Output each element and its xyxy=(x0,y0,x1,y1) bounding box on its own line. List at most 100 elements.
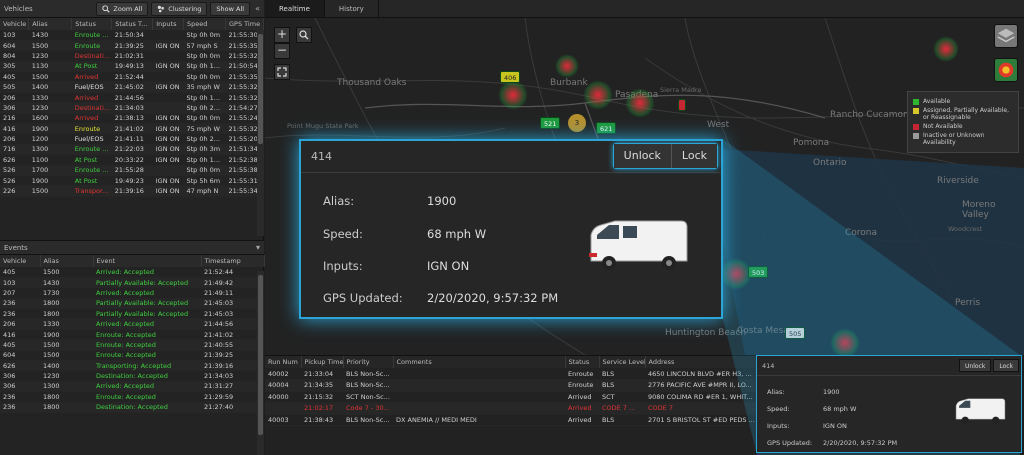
vehicle-marker[interactable] xyxy=(678,99,686,111)
collapse-events-icon[interactable]: ▾ xyxy=(256,243,260,252)
table-cell: 1330 xyxy=(28,92,72,104)
column-header[interactable]: Event xyxy=(93,255,202,267)
table-row[interactable]: 604 1500 Enroute 21:39:25 IGN ON 57 mph S 21:5… xyxy=(0,40,264,52)
table-row[interactable]: 416 1900 Enroute: Accepted 21:41:02 xyxy=(0,329,264,341)
table-cell: Enroute xyxy=(565,379,599,392)
column-header[interactable]: Inputs xyxy=(152,18,184,30)
table-cell: Fuel/EOS xyxy=(71,81,112,93)
column-header[interactable]: Alias xyxy=(40,255,94,267)
table-row[interactable]: 216 1600 Arrived 21:38:13 IGN ON Stp 0h 0m 21:… xyxy=(0,113,264,125)
table-row[interactable]: 626 1400 Transporting: Accepted 21:39:16 xyxy=(0,360,264,372)
column-header[interactable]: Run Num xyxy=(265,356,302,368)
tab-realtime[interactable]: Realtime xyxy=(265,0,325,17)
table-row[interactable]: 206 1330 Arrived: Accepted 21:44:56 xyxy=(0,318,264,330)
events-scrollbar[interactable] xyxy=(257,271,264,455)
heat-spot xyxy=(583,80,613,110)
table-row[interactable]: 405 1500 Arrived 21:52:44 Stp 0h 0m 21:55:35 xyxy=(0,71,264,83)
table-row[interactable]: 236 1800 Partially Available: Accepted 21:4… xyxy=(0,298,264,310)
column-header[interactable]: Comments xyxy=(393,356,566,368)
table-cell: Enroute ... xyxy=(71,144,112,156)
show-all-button[interactable]: Show All xyxy=(210,1,251,16)
collapse-panel-icon[interactable]: « xyxy=(255,4,260,13)
table-row[interactable]: 207 1730 Arrived: Accepted 21:49:11 xyxy=(0,287,264,299)
column-header[interactable]: Pickup Time xyxy=(301,356,344,368)
vehicle-marker[interactable]: 505 xyxy=(785,327,806,339)
layers-icon xyxy=(997,28,1015,43)
inputs-value: IGN ON xyxy=(427,259,470,273)
clustering-button[interactable]: Clustering xyxy=(151,1,208,16)
table-row[interactable]: 206 1330 Arrived 21:44:56 Stp 0h 1... 21:55:3… xyxy=(0,92,264,104)
table-row[interactable]: 103 1430 Partially Available: Accepted 21:4… xyxy=(0,277,264,289)
table-cell xyxy=(265,402,301,415)
lock-button[interactable]: Lock xyxy=(670,144,717,168)
table-row[interactable]: 526 1700 Enroute ... 21:55:28 Stp 0h 0m 21:55… xyxy=(0,165,264,176)
column-header[interactable]: GPS Time xyxy=(225,18,264,30)
cluster-marker[interactable]: 3 xyxy=(568,114,586,132)
unlock-button[interactable]: Unlock xyxy=(613,144,671,168)
table-row[interactable]: 804 1230 Destinati... 21:02:31 Stp 0h 0m 21:5… xyxy=(0,50,264,62)
heatmap-button[interactable] xyxy=(994,58,1018,82)
table-row[interactable]: 103 1430 Enroute ... 21:50:34 Stp 0h 0m 21:55… xyxy=(0,30,264,41)
column-header[interactable]: Status xyxy=(71,18,113,30)
van-icon xyxy=(955,398,1006,424)
table-row[interactable]: 626 1100 At Post 20:33:22 IGN ON Stp 0h 1... 2… xyxy=(0,154,264,166)
table-row[interactable]: 306 1230 Destinati... 21:34:03 Stp 0h 2... 21… xyxy=(0,102,264,114)
column-header[interactable]: Vehicle xyxy=(0,255,41,267)
column-header[interactable]: Speed xyxy=(183,18,227,30)
vehicles-scrollbar[interactable] xyxy=(257,30,264,236)
table-cell: 21:38:43 xyxy=(301,414,343,426)
mini-unlock-button[interactable]: Unlock xyxy=(959,359,992,372)
mini-lock-button[interactable]: Lock xyxy=(993,359,1019,372)
column-header[interactable]: Priority xyxy=(343,356,394,368)
vehicle-marker[interactable]: 406 xyxy=(500,71,521,83)
column-header[interactable]: Vehicle xyxy=(0,18,30,30)
vehicle-marker[interactable]: 621 xyxy=(596,122,617,134)
table-row[interactable]: 236 1800 Enroute: Accepted 21:29:59 xyxy=(0,391,264,403)
table-cell: 1230 xyxy=(40,370,93,382)
zoom-out-button[interactable]: − xyxy=(274,43,290,59)
column-header[interactable]: Service Level xyxy=(599,356,646,368)
tab-history[interactable]: History xyxy=(325,0,379,17)
vehicle-marker[interactable]: 503 xyxy=(748,266,769,278)
scrollbar-thumb[interactable] xyxy=(258,275,263,435)
zoom-in-button[interactable]: + xyxy=(274,27,290,43)
table-row[interactable]: 526 1900 At Post 19:49:23 IGN ON Stp 5h 6m 21:… xyxy=(0,175,264,187)
table-row[interactable]: 236 1800 Partially Available: Accepted 21:4… xyxy=(0,308,264,320)
table-row[interactable]: 306 1230 Destination: Accepted 21:34:03 xyxy=(0,370,264,382)
table-row[interactable]: 236 1800 Destination: Accepted 21:27:40 xyxy=(0,402,264,413)
table-cell xyxy=(152,50,184,62)
table-row[interactable]: 206 1200 Fuel/EOS 21:41:11 IGN ON Stp 0h 2...… xyxy=(0,133,264,145)
scrollbar-thumb[interactable] xyxy=(258,34,263,144)
table-row[interactable]: 305 1130 At Post 19:49:13 IGN ON Stp 0h 1... 2… xyxy=(0,61,264,73)
layers-button[interactable] xyxy=(994,24,1018,48)
column-header[interactable]: Timestamp xyxy=(201,255,265,267)
table-cell: 1500 xyxy=(28,71,72,83)
table-row[interactable]: 416 1900 Enroute 21:41:02 IGN ON 75 mph W 21:5… xyxy=(0,123,264,135)
map-search-button[interactable] xyxy=(296,27,312,43)
fullscreen-button[interactable] xyxy=(274,64,290,80)
zoom-all-button[interactable]: Zoom All xyxy=(96,1,149,16)
table-cell: 40002 xyxy=(265,368,301,380)
table-row[interactable]: 505 1400 Fuel/EOS 21:45:02 IGN ON 35 mph W 21:… xyxy=(0,81,264,93)
events-title: Events xyxy=(4,243,28,252)
table-cell: Enroute: Accepted xyxy=(93,350,201,362)
clustering-label: Clustering xyxy=(168,4,202,13)
table-row[interactable]: 226 1500 Transpor... 21:39:16 IGN ON 47 mph N… xyxy=(0,185,264,197)
table-row[interactable]: 405 1500 Arrived: Accepted 21:52:44 xyxy=(0,267,264,278)
table-cell: 206 xyxy=(0,318,40,330)
van-icon xyxy=(589,220,688,270)
column-header[interactable]: Alias xyxy=(28,18,73,30)
table-cell: 526 xyxy=(0,165,29,176)
table-row[interactable]: 405 1500 Enroute: Accepted 21:40:55 xyxy=(0,339,264,351)
table-row[interactable]: 604 1500 Enroute: Accepted 21:39:25 xyxy=(0,350,264,362)
table-cell: 236 xyxy=(0,391,40,403)
table-row[interactable]: 716 1300 Enroute ... 21:22:03 IGN ON Stp 0h 3… xyxy=(0,144,264,156)
column-header[interactable]: Status T... xyxy=(111,18,154,30)
table-cell: 21:55:28 xyxy=(111,165,153,176)
column-header[interactable]: Status xyxy=(565,356,600,368)
table-cell: 1900 xyxy=(28,175,72,187)
vehicle-marker[interactable]: 521 xyxy=(540,117,561,129)
table-cell: Stp 0h 0m xyxy=(183,113,226,125)
table-row[interactable]: 306 1300 Arrived: Accepted 21:31:27 xyxy=(0,381,264,393)
mini-popup-header: 414 Unlock Lock xyxy=(757,356,1021,376)
